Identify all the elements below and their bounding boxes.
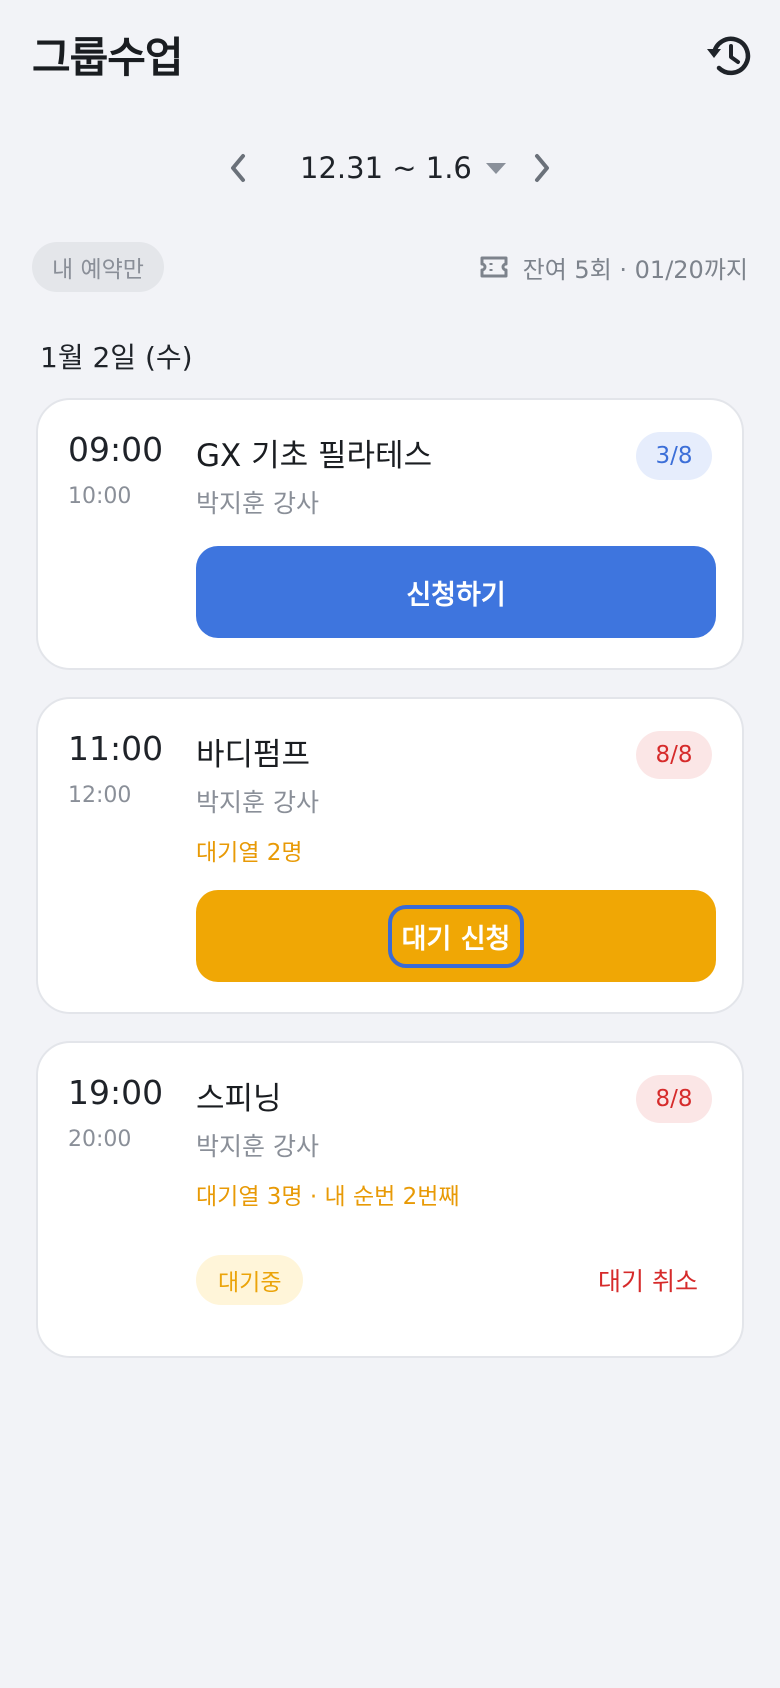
- next-week-button[interactable]: [522, 148, 562, 188]
- date-heading: 1월 2일 (수): [40, 341, 193, 374]
- class-end-time: 12:00: [68, 783, 132, 808]
- capacity-badge: 8/8: [636, 1075, 712, 1123]
- ticket-balance: 잔여 5회 · 01/20까지: [479, 242, 748, 292]
- class-card: 11:00 12:00 바디펌프 박지훈 강사 대기열 2명 8/8 대기 신청: [36, 697, 744, 1014]
- filter-row: 내 예약만 잔여 5회 · 01/20까지: [0, 242, 780, 294]
- capacity-badge: 8/8: [636, 731, 712, 779]
- week-navigator: 12.31 ~ 1.6: [0, 140, 780, 196]
- week-range-dropdown[interactable]: 12.31 ~ 1.6: [300, 148, 506, 188]
- class-end-time: 20:00: [68, 1127, 132, 1152]
- class-teacher: 박지훈 강사: [196, 788, 319, 817]
- history-button[interactable]: [706, 32, 754, 80]
- class-card: 19:00 20:00 스피닝 박지훈 강사 대기열 3명 · 내 순번 2번째…: [36, 1041, 744, 1358]
- class-start-time: 11:00: [68, 729, 164, 768]
- my-reservations-filter[interactable]: 내 예약만: [32, 242, 164, 292]
- chevron-left-icon: [231, 154, 245, 182]
- class-end-time: 10:00: [68, 484, 132, 509]
- waiting-status-badge: 대기중: [196, 1255, 304, 1305]
- class-name: GX 기초 필라테스: [196, 438, 433, 474]
- class-teacher: 박지훈 강사: [196, 489, 319, 518]
- caret-down-icon: [485, 162, 506, 174]
- cancel-waitlist-button[interactable]: 대기 취소: [598, 1257, 698, 1303]
- ticket-balance-text: 잔여 5회 · 01/20까지: [522, 255, 748, 284]
- waitlist-info: 대기열 2명: [196, 840, 303, 866]
- prev-week-button[interactable]: [218, 148, 258, 188]
- chevron-right-icon: [535, 154, 549, 182]
- capacity-badge: 3/8: [636, 432, 712, 480]
- class-name: 바디펌프: [196, 737, 311, 773]
- page-title: 그룹수업: [32, 33, 184, 82]
- week-range-text: 12.31 ~ 1.6: [300, 151, 472, 185]
- class-start-time: 19:00: [68, 1073, 164, 1112]
- class-start-time: 09:00: [68, 430, 164, 469]
- waitlist-apply-button[interactable]: 대기 신청: [196, 890, 716, 982]
- history-icon: [707, 36, 751, 76]
- waitlist-apply-label: 대기 신청: [387, 904, 525, 968]
- app-header: 그룹수업: [0, 0, 780, 110]
- class-card: 09:00 10:00 GX 기초 필라테스 박지훈 강사 3/8 신청하기: [36, 398, 744, 670]
- waitlist-info: 대기열 3명 · 내 순번 2번째: [196, 1184, 460, 1210]
- apply-button[interactable]: 신청하기: [196, 546, 716, 638]
- class-teacher: 박지훈 강사: [196, 1132, 319, 1161]
- class-name: 스피닝: [196, 1081, 282, 1117]
- ticket-icon: [480, 256, 508, 278]
